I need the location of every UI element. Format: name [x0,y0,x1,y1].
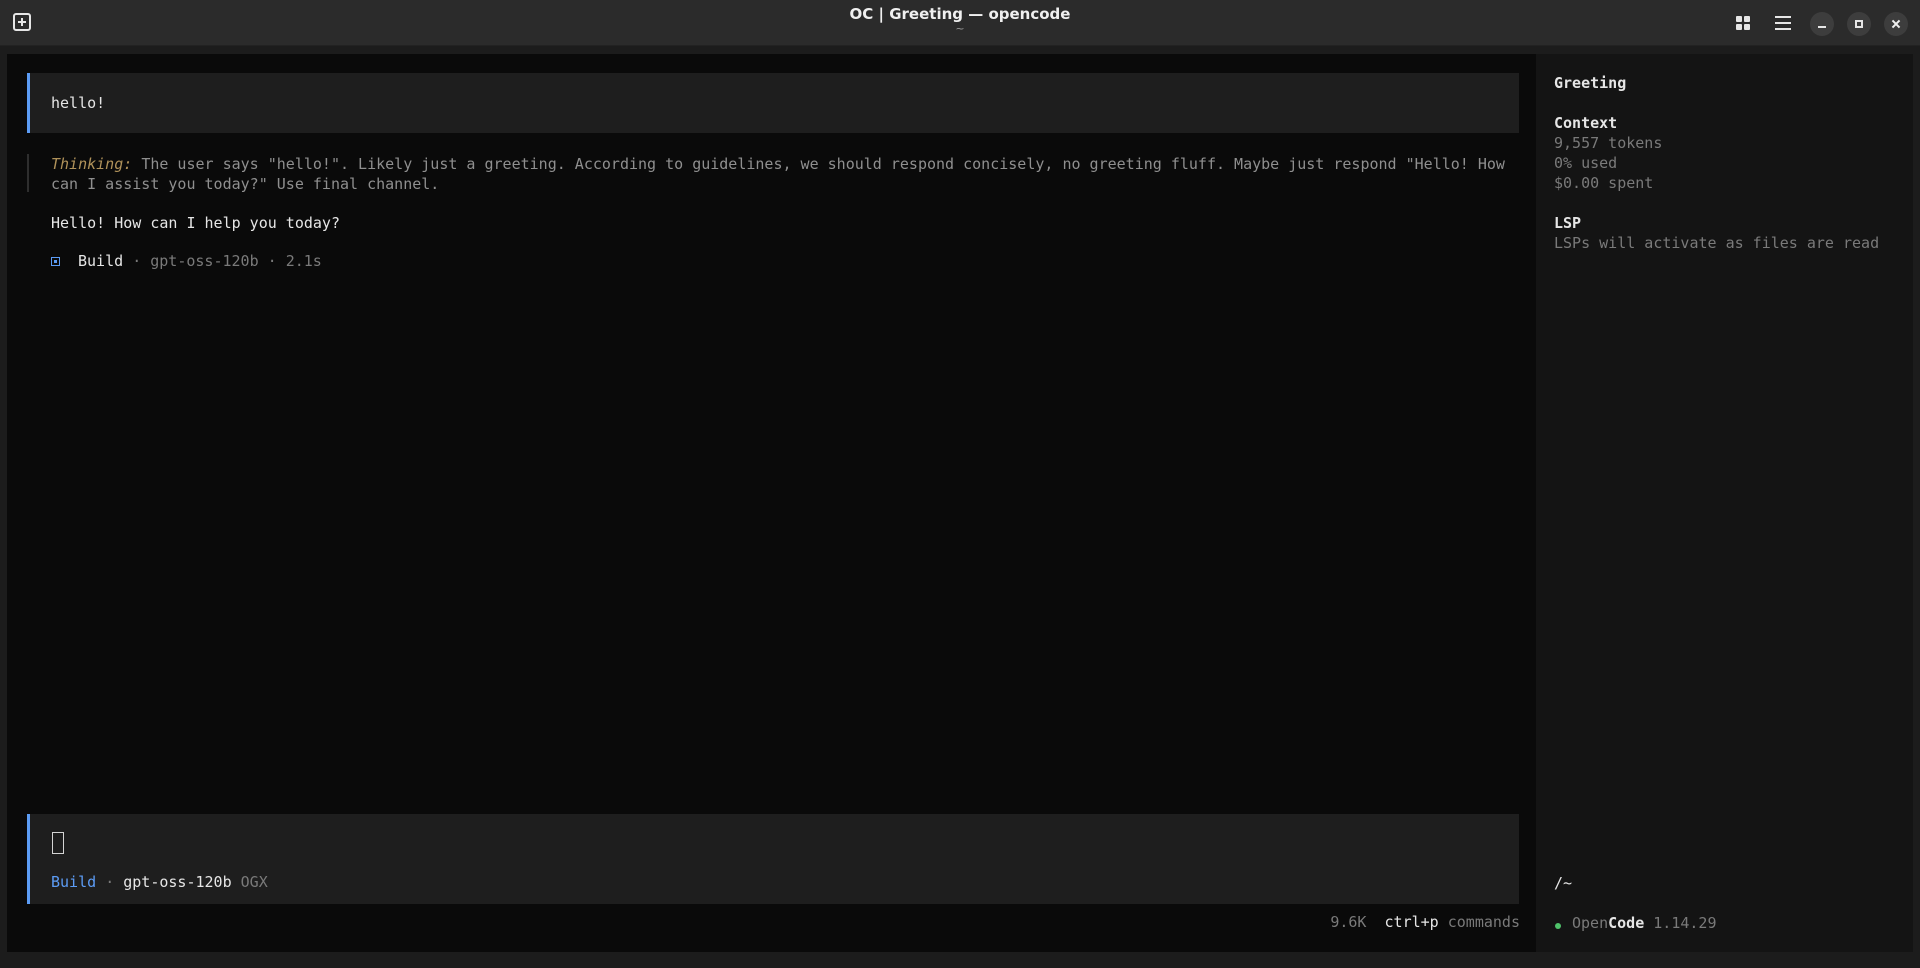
status-dot-icon [1555,923,1561,929]
context-used: 0% used [1554,154,1618,172]
thinking-block: Thinking: The user says "hello!". Likely… [51,154,1511,194]
thinking-label: Thinking: [51,155,133,173]
lsp-text: LSPs will activate as files are read [1554,234,1880,252]
minimize-button[interactable] [1810,12,1834,36]
user-message-text: hello! [51,94,106,112]
prompt-input[interactable]: Build · gpt-oss-120b OGX [27,814,1519,904]
lsp-heading: LSP [1554,214,1582,232]
hamburger-menu-icon[interactable] [1775,16,1791,30]
meta-sep-1: · [132,252,142,270]
footer-shortcut: ctrl+p [1384,913,1439,931]
assistant-reply: Hello! How can I help you today? [51,214,340,232]
app-version-line: OpenCode 1.14.29 [1572,913,1717,933]
app-version: 1.14.29 [1653,914,1717,932]
window-subtitle: ~ [955,22,965,35]
chat-pane: hello! Thinking: The user says "hello!".… [7,54,1536,952]
context-heading: Context [1554,114,1618,132]
thinking-text: The user says "hello!". Likely just a gr… [51,155,1505,193]
grid-view-icon[interactable] [1736,16,1750,30]
maximize-button[interactable] [1847,12,1871,36]
meta-model: gpt-oss-120b [150,252,259,270]
prompt-status: Build · gpt-oss-120b OGX [51,872,268,892]
prompt-provider: OGX [240,873,268,891]
current-directory: /~ [1554,874,1573,892]
window-title: OC | Greeting — opencode [849,5,1071,23]
app-name-suffix: Code [1608,914,1645,932]
session-title: Greeting [1554,74,1627,92]
prompt-sep: · [105,873,115,891]
app-name-prefix: Open [1572,914,1609,932]
meta-agent: Build [78,252,124,270]
footer-tokens: 9.6K [1330,913,1367,931]
window-titlebar: OC | Greeting — opencode ~ [0,0,1920,46]
footer-status: 9.6K ctrl+p commands [1330,912,1520,932]
meta-sep-2: · [267,252,277,270]
prompt-model[interactable]: gpt-oss-120b [123,873,231,891]
text-cursor [52,832,64,854]
context-spent: $0.00 spent [1554,174,1654,192]
context-tokens: 9,557 tokens [1554,134,1663,152]
agent-square-icon [51,257,60,266]
prompt-agent[interactable]: Build [51,873,96,891]
footer-shortcut-label: commands [1447,913,1520,931]
session-sidebar: Greeting Context 9,557 tokens 0% used $0… [1536,54,1913,952]
message-meta: Build · gpt-oss-120b · 2.1s [78,251,322,271]
meta-duration: 2.1s [285,252,322,270]
user-message: hello! [27,73,1519,133]
close-button[interactable] [1884,12,1908,36]
thinking-bar [27,154,29,192]
